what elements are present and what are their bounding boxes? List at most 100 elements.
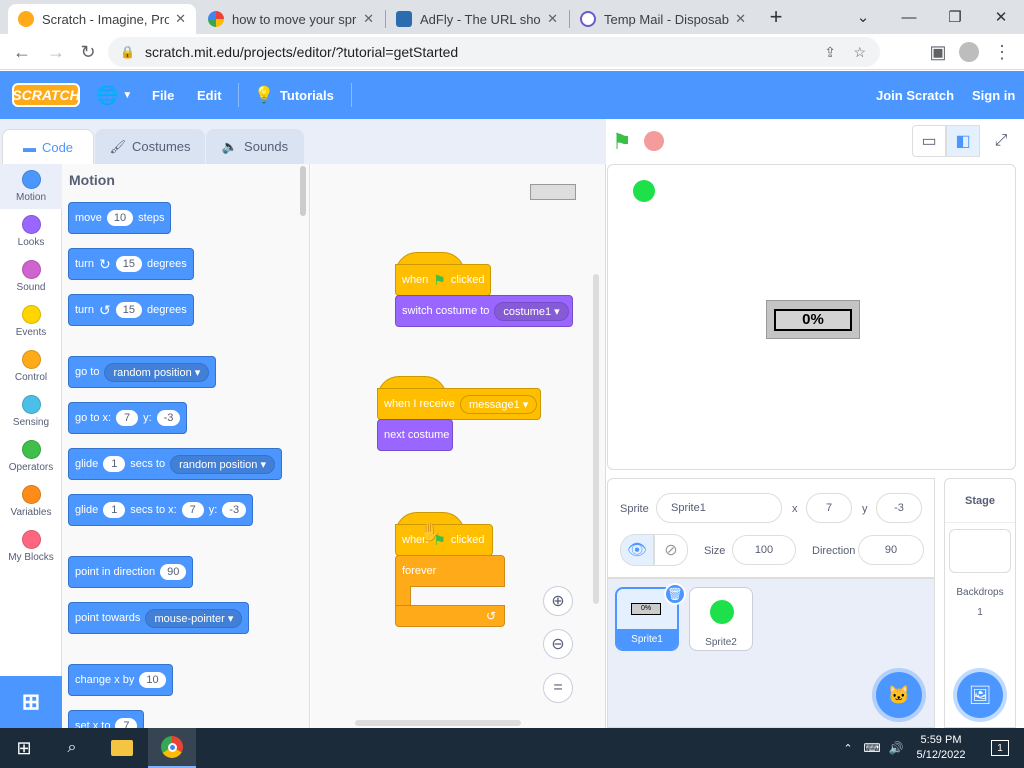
costume-dropdown[interactable]: costume1 ▾ <box>494 301 569 321</box>
goto-target-dropdown[interactable]: random position ▾ <box>104 362 210 382</box>
fullscreen-button[interactable]: ⤢ <box>984 125 1018 157</box>
tab-code[interactable]: ▬ Code <box>2 129 94 164</box>
category-variables[interactable]: Variables <box>0 479 62 524</box>
show-sprite-button[interactable]: 👁 <box>620 534 654 566</box>
block-change-x[interactable]: change x by 10 <box>68 664 173 696</box>
scratch-logo[interactable]: SCRATCH <box>12 83 80 107</box>
category-my-blocks[interactable]: My Blocks <box>0 524 62 569</box>
stage-selector-panel[interactable]: Stage Backdrops 1 🖼 <box>944 478 1016 728</box>
add-extension-button[interactable]: ⊞ <box>0 676 62 728</box>
category-events[interactable]: Events <box>0 299 62 344</box>
browser-tab-scratch[interactable]: Scratch - Imagine, Prog ✕ <box>8 4 196 34</box>
size-field[interactable]: 100 <box>732 535 796 565</box>
secs-input[interactable]: 1 <box>103 456 126 472</box>
block-point-in-direction[interactable]: point in direction 90 <box>68 556 194 588</box>
block-point-towards[interactable]: point towards mouse-pointer ▾ <box>68 602 250 634</box>
clock[interactable]: 5:59 PM 5/12/2022 <box>906 728 976 768</box>
zoom-reset-button[interactable]: = <box>543 673 573 703</box>
glide-target-dropdown[interactable]: random position ▾ <box>170 454 275 474</box>
choose-backdrop-button[interactable]: 🖼 <box>957 672 1003 718</box>
script-workspace[interactable]: when ⚑ clicked switch costume to costume… <box>311 164 606 728</box>
tutorials-button[interactable]: 💡 Tutorials <box>254 71 334 119</box>
sprite-thumb-sprite2[interactable]: Sprite2 <box>689 587 753 651</box>
category-sensing[interactable]: Sensing <box>0 389 62 434</box>
y-position-field[interactable]: -3 <box>876 493 922 523</box>
steps-input[interactable]: 10 <box>106 210 134 226</box>
restore-icon[interactable]: ❐ <box>932 0 978 34</box>
join-scratch-link[interactable]: Join Scratch <box>876 71 954 119</box>
windows-start-icon[interactable]: ⊞ <box>0 728 48 768</box>
share-icon[interactable]: ⇪ <box>824 44 836 61</box>
edit-menu[interactable]: Edit <box>197 71 222 119</box>
tab-costumes[interactable]: 🖌 Costumes <box>95 129 205 164</box>
minimize-icon[interactable]: — <box>886 0 932 34</box>
close-tab-icon[interactable]: ✕ <box>735 11 746 27</box>
stage-thumbnail[interactable] <box>949 529 1011 573</box>
block-go-to[interactable]: go to random position ▾ <box>68 356 217 388</box>
bookmark-star-icon[interactable]: ☆ <box>853 44 866 61</box>
block-move-steps[interactable]: move 10 steps <box>68 202 172 234</box>
green-flag-button[interactable]: ⚑ <box>612 129 632 155</box>
file-menu[interactable]: File <box>152 71 174 119</box>
browser-tab-adfly[interactable]: AdFly - The URL shorte ✕ <box>386 4 568 34</box>
block-glide-to-xy[interactable]: glide 1 secs to x: 7 y: -3 <box>68 494 254 526</box>
profile-avatar-icon[interactable] <box>955 38 983 66</box>
volume-icon[interactable]: 🔊 <box>884 728 908 768</box>
category-sound[interactable]: Sound <box>0 254 62 299</box>
x-input[interactable]: 7 <box>116 410 139 426</box>
progress-bar-sprite[interactable]: 0% <box>766 300 860 339</box>
tray-expand-icon[interactable]: ⌃ <box>836 728 860 768</box>
tab-search-icon[interactable]: ⌄ <box>840 0 886 34</box>
block-when-flag-clicked[interactable]: when ⚑ clicked <box>395 264 491 296</box>
green-ball-sprite[interactable] <box>633 180 655 202</box>
change-x-input[interactable]: 10 <box>139 672 166 688</box>
file-explorer-icon[interactable] <box>98 728 146 768</box>
block-set-x[interactable]: set x to 7 <box>68 710 145 728</box>
y-input[interactable]: -3 <box>222 502 247 518</box>
y-input[interactable]: -3 <box>156 410 181 426</box>
block-forever[interactable]: forever <box>395 555 505 587</box>
small-stage-button[interactable]: ▭ <box>912 125 946 157</box>
category-operators[interactable]: Operators <box>0 434 62 479</box>
url-field[interactable]: 🔒 scratch.mit.edu/projects/editor/?tutor… <box>108 37 880 67</box>
block-when-flag-clicked-2[interactable]: when ⚑ clicked <box>395 524 493 556</box>
browser-tab-tempmail[interactable]: Temp Mail - Disposable ✕ <box>570 4 756 34</box>
new-tab-icon[interactable]: + <box>756 0 796 34</box>
notifications-icon[interactable]: 1 <box>980 728 1020 768</box>
direction-field[interactable]: 90 <box>858 535 924 565</box>
network-icon[interactable]: ⌨ <box>860 728 884 768</box>
delete-sprite-button[interactable]: 🗑 <box>664 583 686 605</box>
browser-tab-google[interactable]: how to move your sprit ✕ <box>198 4 384 34</box>
forward-icon[interactable]: → <box>42 38 70 66</box>
secs-input[interactable]: 1 <box>103 502 126 518</box>
close-tab-icon[interactable]: ✕ <box>547 11 558 27</box>
block-turn-left[interactable]: turn ↺ 15 degrees <box>68 294 194 326</box>
search-icon[interactable]: ⌕ <box>48 728 96 768</box>
direction-input[interactable]: 90 <box>160 564 187 580</box>
side-panel-icon[interactable]: ▣ <box>924 38 952 66</box>
category-motion[interactable]: Motion <box>0 164 62 209</box>
back-icon[interactable]: ← <box>8 38 36 66</box>
sign-in-link[interactable]: Sign in <box>972 71 1015 119</box>
x-input[interactable]: 7 <box>181 502 204 518</box>
large-stage-button[interactable]: ◧ <box>946 125 980 157</box>
close-tab-icon[interactable]: ✕ <box>175 11 186 27</box>
choose-sprite-button[interactable]: 🐱 <box>876 672 922 718</box>
close-tab-icon[interactable]: ✕ <box>363 11 374 27</box>
close-window-icon[interactable]: ✕ <box>978 0 1024 34</box>
block-turn-right[interactable]: turn ↻ 15 degrees <box>68 248 194 280</box>
block-go-to-xy[interactable]: go to x: 7 y: -3 <box>68 402 188 434</box>
reload-icon[interactable]: ↻ <box>74 38 102 66</box>
language-globe-icon[interactable]: 🌐 ▼ <box>96 71 132 119</box>
chrome-taskbar-icon[interactable] <box>148 728 196 768</box>
hide-sprite-button[interactable]: ⊘ <box>654 534 688 566</box>
block-when-i-receive[interactable]: when I receive message1 ▾ <box>377 388 541 420</box>
zoom-out-button[interactable]: ⊖ <box>543 629 573 659</box>
workspace-vertical-scrollbar[interactable] <box>593 274 599 604</box>
block-glide-to[interactable]: glide 1 secs to random position ▾ <box>68 448 282 480</box>
set-x-input[interactable]: 7 <box>115 718 138 728</box>
point-towards-dropdown[interactable]: mouse-pointer ▾ <box>145 608 243 628</box>
category-looks[interactable]: Looks <box>0 209 62 254</box>
block-next-costume[interactable]: next costume <box>377 419 453 451</box>
browser-menu-icon[interactable]: ⋮ <box>988 38 1016 66</box>
